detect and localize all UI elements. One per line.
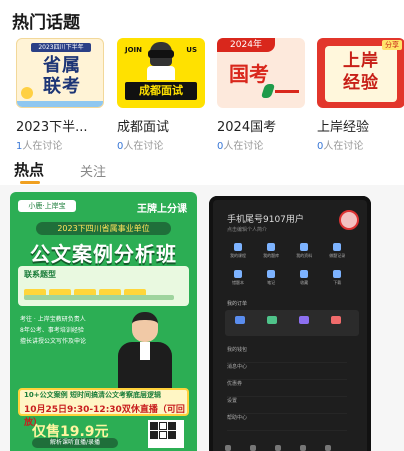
- poster-topic-chips: [24, 282, 184, 297]
- topic-card-success-experience[interactable]: 上岸 经验 分享 上岸经验 0人在讨论: [317, 38, 404, 152]
- poster-panel-title: 联系题型: [24, 270, 56, 279]
- topic-discussion-count: 1人在讨论: [16, 141, 63, 152]
- arrow-icon: [275, 90, 299, 93]
- phone-bezel: [209, 196, 371, 451]
- brand-logo: 小鹿·上岸宝: [18, 200, 76, 212]
- topic-card-chengdu-interview[interactable]: JOIN US 成都面试 成都面试 0人在讨论: [117, 38, 207, 152]
- feed-tabs: 热点 关注: [0, 155, 404, 185]
- binoculars-icon: [148, 50, 174, 58]
- topic-card-2024-national-exam[interactable]: 2024年 国考 2024国考 0人在讨论: [217, 38, 307, 152]
- poster-date-line1: 10+公文案例 短时间搞清公文考察底层逻辑: [24, 391, 162, 399]
- topic-thumbnail[interactable]: JOIN US 成都面试: [117, 38, 205, 108]
- topic-card-2023[interactable]: 2023四川下半年 省属 联考 2023下半... 1人在讨论: [16, 38, 106, 152]
- poster-panel-line: [24, 295, 174, 300]
- tab-active-indicator: [20, 181, 40, 184]
- post-image-phone-screenshot[interactable]: 手机尾号9107用户 点击编辑个人简介 我的课程 我的题库 我的资料 做题记录 …: [209, 196, 371, 451]
- person-body: [147, 66, 175, 80]
- topic-thumbnail[interactable]: 上岸 经验 分享: [317, 38, 404, 108]
- smiley-icon: [21, 87, 33, 99]
- topic-discussion-count: 0人在讨论: [317, 141, 364, 152]
- topic-discussion-count: 0人在讨论: [217, 141, 264, 152]
- thumb-title: 国考: [229, 62, 269, 86]
- tab-following[interactable]: 关注: [80, 161, 106, 180]
- thumb-title: 省属 联考: [43, 55, 81, 97]
- topic-name[interactable]: 2024国考: [217, 116, 307, 135]
- thumb-banner: 2023四川下半年: [31, 43, 91, 52]
- topic-discussion-count: 0人在讨论: [117, 141, 164, 152]
- teacher-intro: 考往 · 上岸宝教研负责人 8年公考、事考培训经验 擅长讲授公文写作及申论: [20, 316, 87, 345]
- poster-subtitle: 2023下四川省属事业单位: [36, 222, 171, 235]
- feed-posts: 小鹿·上岸宝 王牌上分课 2023下四川省属事业单位 公文案例分析班 联系题型 …: [0, 185, 404, 451]
- thumb-join: JOIN: [125, 46, 143, 54]
- poster-price-sub: 解析课听直播/录播: [32, 438, 118, 448]
- thumb-year: 2024年: [217, 38, 275, 52]
- qr-code-icon: [148, 420, 184, 448]
- tab-hot[interactable]: 热点: [14, 159, 44, 180]
- thumb-us: US: [186, 46, 197, 54]
- decor-stripe: [17, 101, 103, 107]
- poster-slogan: 王牌上分课: [137, 204, 187, 215]
- topic-thumbnail[interactable]: 2024年 国考: [217, 38, 305, 108]
- post-image-course-poster[interactable]: 小鹿·上岸宝 王牌上分课 2023下四川省属事业单位 公文案例分析班 联系题型 …: [10, 192, 197, 451]
- topic-name[interactable]: 成都面试: [117, 116, 207, 135]
- hot-topics-list: 2023四川下半年 省属 联考 2023下半... 1人在讨论 JOIN US …: [0, 38, 404, 152]
- hot-topics-title: 热门话题: [12, 13, 80, 33]
- thumb-tag: 分享: [382, 40, 402, 50]
- topic-name[interactable]: 2023下半...: [16, 116, 106, 135]
- thumb-title: 上岸 经验: [343, 51, 379, 93]
- thumb-label: 成都面试: [125, 82, 197, 100]
- teacher-photo: [112, 308, 178, 388]
- topic-thumbnail[interactable]: 2023四川下半年 省属 联考: [16, 38, 104, 108]
- topic-name[interactable]: 上岸经验: [317, 116, 404, 135]
- poster-title: 公文案例分析班: [30, 242, 177, 266]
